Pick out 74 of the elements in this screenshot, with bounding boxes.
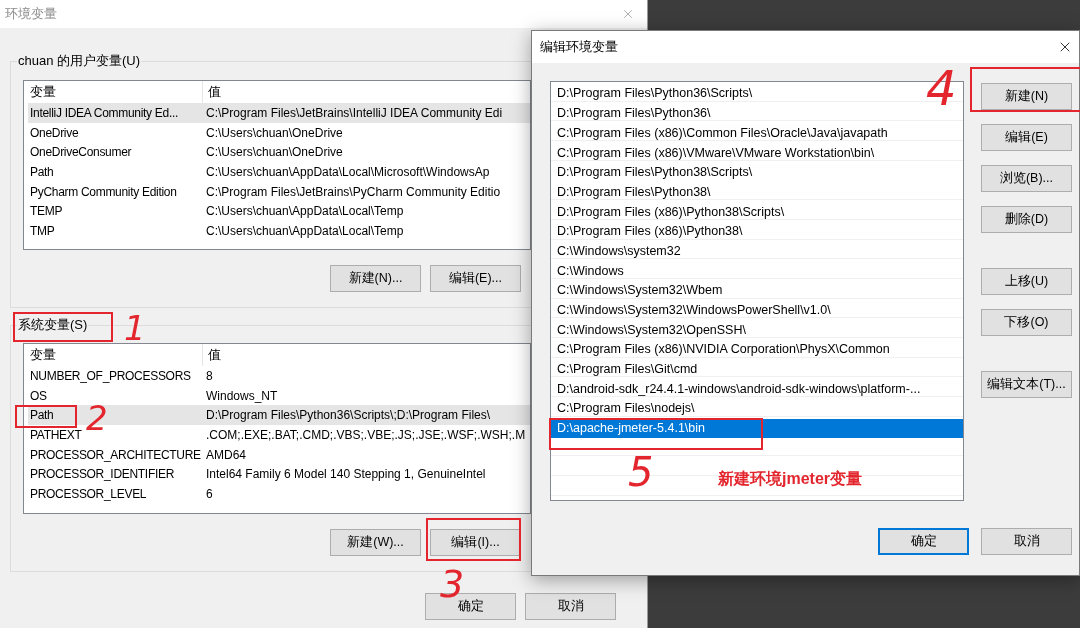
group-label: 系统变量(S) [17, 316, 89, 334]
close-icon [621, 7, 635, 21]
variable-name: PATHEXT [30, 427, 82, 442]
edit-button[interactable]: 编辑(E) [981, 124, 1072, 151]
path-entry[interactable]: C:\Program Files (x86)\Common Files\Oracle\Java\javapath [551, 123, 890, 144]
path-entry[interactable]: D:\Program Files (x86)\Python38\ [551, 221, 745, 242]
move-down-button[interactable]: 下移(O) [981, 309, 1072, 336]
table-row[interactable]: IntelliJ IDEA Community Ed... C:\Program Files\JetBrains\IntelliJ IDEA Community Edi [28, 103, 530, 123]
new-button[interactable]: 新建(W)... [330, 529, 421, 556]
variable-name: PROCESSOR_ARCHITECTURE [30, 447, 201, 462]
path-entry[interactable]: D:\Program Files\Python38\Scripts\ [551, 162, 755, 183]
variable-value: Intel64 Family 6 Model 140 Stepping 1, GenuineIntel [206, 466, 486, 484]
path-entry[interactable]: D:\Program Files\Python36\Scripts\ [551, 84, 755, 104]
variable-value: 6 [206, 485, 213, 503]
variable-value: C:\Users\chuan\AppData\Local\Temp [206, 222, 404, 240]
window-title: 编辑环境变量 [540, 38, 618, 57]
edit-button[interactable]: 编辑(I)... [430, 529, 521, 556]
path-entry[interactable]: D:\android-sdk_r24.4.1-windows\android-sdk-windows\platform-... [551, 379, 923, 399]
step-number: 1 [124, 311, 146, 345]
move-up-button[interactable]: 上移(U) [981, 268, 1072, 295]
delete-button[interactable]: 删除(D) [981, 206, 1072, 233]
new-button[interactable]: 新建(N)... [330, 265, 421, 292]
variable-list[interactable] [23, 343, 531, 514]
path-entry[interactable]: C:\Program Files\nodejs\ [551, 399, 697, 419]
variable-value: C:\Users\chuan\AppData\Local\Temp [206, 203, 404, 221]
variable-value: 8 [206, 367, 213, 385]
path-entry[interactable]: C:\Program Files (x86)\NVIDIA Corporation\PhysX\Common [551, 339, 892, 360]
browse-button[interactable]: 浏览(B)... [981, 165, 1072, 192]
path-entry[interactable]: C:\Windows\system32 [551, 241, 683, 262]
variable-value: C:\Program Files\JetBrains\PyCharm Community Editio [206, 183, 501, 201]
variable-name: PyCharm Community Edition [30, 184, 177, 199]
variable-name: IntelliJ IDEA Community Ed... [30, 105, 179, 120]
path-entry[interactable]: D:\Program Files (x86)\Python38\Scripts\ [551, 202, 787, 222]
path-entry[interactable]: C:\Windows\System32\Wbem [551, 280, 725, 301]
variable-name: TMP [30, 223, 55, 238]
window-title: 环境变量 [5, 5, 57, 24]
variable-name: TEMP [30, 204, 63, 219]
variable-value: Windows_NT [206, 387, 278, 405]
edit-text-button[interactable]: 编辑文本(T)... [981, 371, 1072, 398]
variable-value: C:\Users\chuan\AppData\Local\Microsoft\WindowsAp [206, 163, 490, 181]
path-entry[interactable]: D:\Program Files\Python38\ [551, 182, 713, 203]
variable-value: D:\Program Files\Python36\Scripts\;D:\Program Files\ [206, 407, 491, 425]
step-number: 5 [628, 452, 654, 492]
variable-name: OS [30, 388, 47, 403]
variable-name: Path [30, 164, 54, 179]
annotation-frame [15, 405, 77, 428]
path-entry[interactable]: D:\Program Files\Python36\ [551, 103, 713, 124]
ok-button[interactable]: 确定 [878, 528, 969, 555]
column-header[interactable]: 值 [203, 344, 221, 366]
cancel-button[interactable]: 取消 [981, 528, 1072, 555]
path-entry[interactable]: C:\Windows\System32\WindowsPowerShell\v1.0\ [551, 300, 833, 321]
variable-name: Path [30, 408, 54, 423]
path-entry[interactable]: D:\apache-jmeter-5.4.1\bin [551, 418, 963, 439]
variable-name: OneDrive [30, 125, 79, 140]
variable-name: OneDriveConsumer [30, 145, 132, 160]
column-header[interactable]: 值 [203, 81, 221, 103]
path-entry[interactable]: C:\Program Files\Git\cmd [551, 359, 700, 380]
cancel-button[interactable]: 取消 [525, 593, 616, 620]
variable-name: NUMBER_OF_PROCESSORS [30, 368, 191, 383]
annotation-note: 新建环境jmeter变量 [718, 469, 863, 489]
path-entry[interactable]: C:\Windows [551, 261, 626, 281]
path-entry[interactable]: C:\Windows\System32\OpenSSH\ [551, 320, 748, 340]
variable-value: C:\Program Files\JetBrains\IntelliJ IDEA Community Edi [206, 104, 503, 122]
variable-value: AMD64 [206, 446, 246, 464]
variable-value: C:\Users\chuan\OneDrive [206, 144, 343, 162]
variable-value: C:\Users\chuan\OneDrive [206, 124, 343, 142]
path-entry[interactable]: C:\Program Files (x86)\VMware\VMware Workstation\bin\ [551, 143, 877, 163]
edit-button[interactable]: 编辑(E)... [430, 265, 521, 292]
group-label: chuan 的用户变量(U) [17, 52, 142, 70]
new-button[interactable]: 新建(N) [981, 83, 1072, 110]
variable-name: PROCESSOR_LEVEL [30, 486, 147, 501]
variable-list[interactable] [23, 80, 531, 250]
variable-name: PROCESSOR_IDENTIFIER [30, 467, 175, 482]
variable-value: .COM;.EXE;.BAT;.CMD;.VBS;.VBE;.JS;.JSE;.WSF;.WSH;.M [206, 426, 526, 444]
